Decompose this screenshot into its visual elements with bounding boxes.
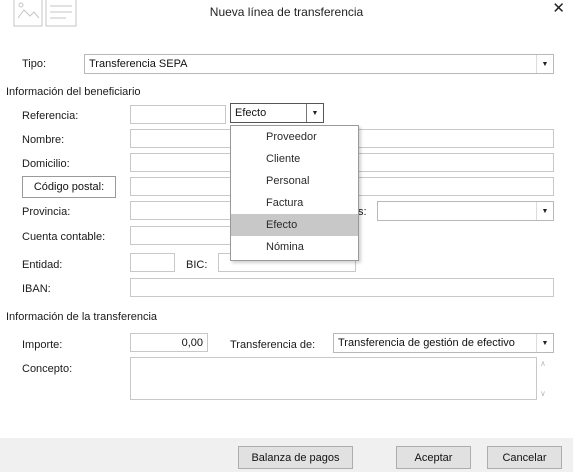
tipo-select-value: Transferencia SEPA [89,58,188,70]
iban-input[interactable] [130,278,554,297]
close-icon[interactable]: ✕ [552,0,565,18]
importe-input[interactable] [130,333,208,352]
entidad-input[interactable] [130,253,175,272]
bic-label: BIC: [186,259,208,271]
option-efecto[interactable]: Efecto [231,214,358,236]
beneficiario-section-title: Información del beneficiario [6,86,141,98]
scroll-up-icon[interactable]: ∧ [540,359,546,368]
domicilio-label: Domicilio: [22,158,70,170]
chevron-down-icon[interactable]: ▼ [536,202,553,220]
entidad-label: Entidad: [22,259,63,271]
concepto-textarea[interactable] [130,357,537,400]
pais-select[interactable]: ▼ [377,201,554,221]
transferencia-de-value: Transferencia de gestión de efectivo [338,337,515,349]
referencia-type-value: Efecto [235,107,267,119]
cancelar-button[interactable]: Cancelar [487,446,562,469]
concepto-scrollbar[interactable]: ∧ ∨ [537,357,551,400]
referencia-label: Referencia: [22,110,79,122]
referencia-type-dropdown-list: Proveedor Cliente Personal Factura Efect… [230,125,359,261]
option-cliente[interactable]: Cliente [231,148,358,170]
transferencia-de-select[interactable]: Transferencia de gestión de efectivo ▼ [333,333,554,353]
option-proveedor[interactable]: Proveedor [231,126,358,148]
codigo-postal-button[interactable]: Código postal: [22,176,116,198]
cuenta-contable-label: Cuenta contable: [22,231,106,243]
option-personal[interactable]: Personal [231,170,358,192]
option-factura[interactable]: Factura [231,192,358,214]
iban-label: IBAN: [22,283,51,295]
chevron-down-icon[interactable]: ▼ [536,55,553,73]
provincia-label: Provincia: [22,206,71,218]
chevron-down-icon[interactable]: ▼ [536,334,553,352]
tipo-select[interactable]: Transferencia SEPA ▼ [84,54,554,74]
referencia-type-select[interactable]: Efecto ▼ [230,103,324,123]
nombre-label: Nombre: [22,134,65,146]
referencia-input[interactable] [130,105,226,124]
option-nomina[interactable]: Nómina [231,236,358,258]
transferencia-section-title: Información de la transferencia [6,311,158,323]
chevron-down-icon[interactable]: ▼ [306,104,323,122]
transferencia-de-label: Transferencia de: [230,339,316,351]
balanza-de-pagos-button[interactable]: Balanza de pagos [238,446,353,469]
dialog-title: Nueva línea de transferencia [209,5,364,19]
scroll-down-icon[interactable]: ∨ [540,389,546,398]
pais-label: s: [358,206,367,218]
importe-label: Importe: [22,339,63,351]
tipo-label: Tipo: [22,58,47,70]
aceptar-button[interactable]: Aceptar [396,446,471,469]
concepto-label: Concepto: [22,363,73,375]
